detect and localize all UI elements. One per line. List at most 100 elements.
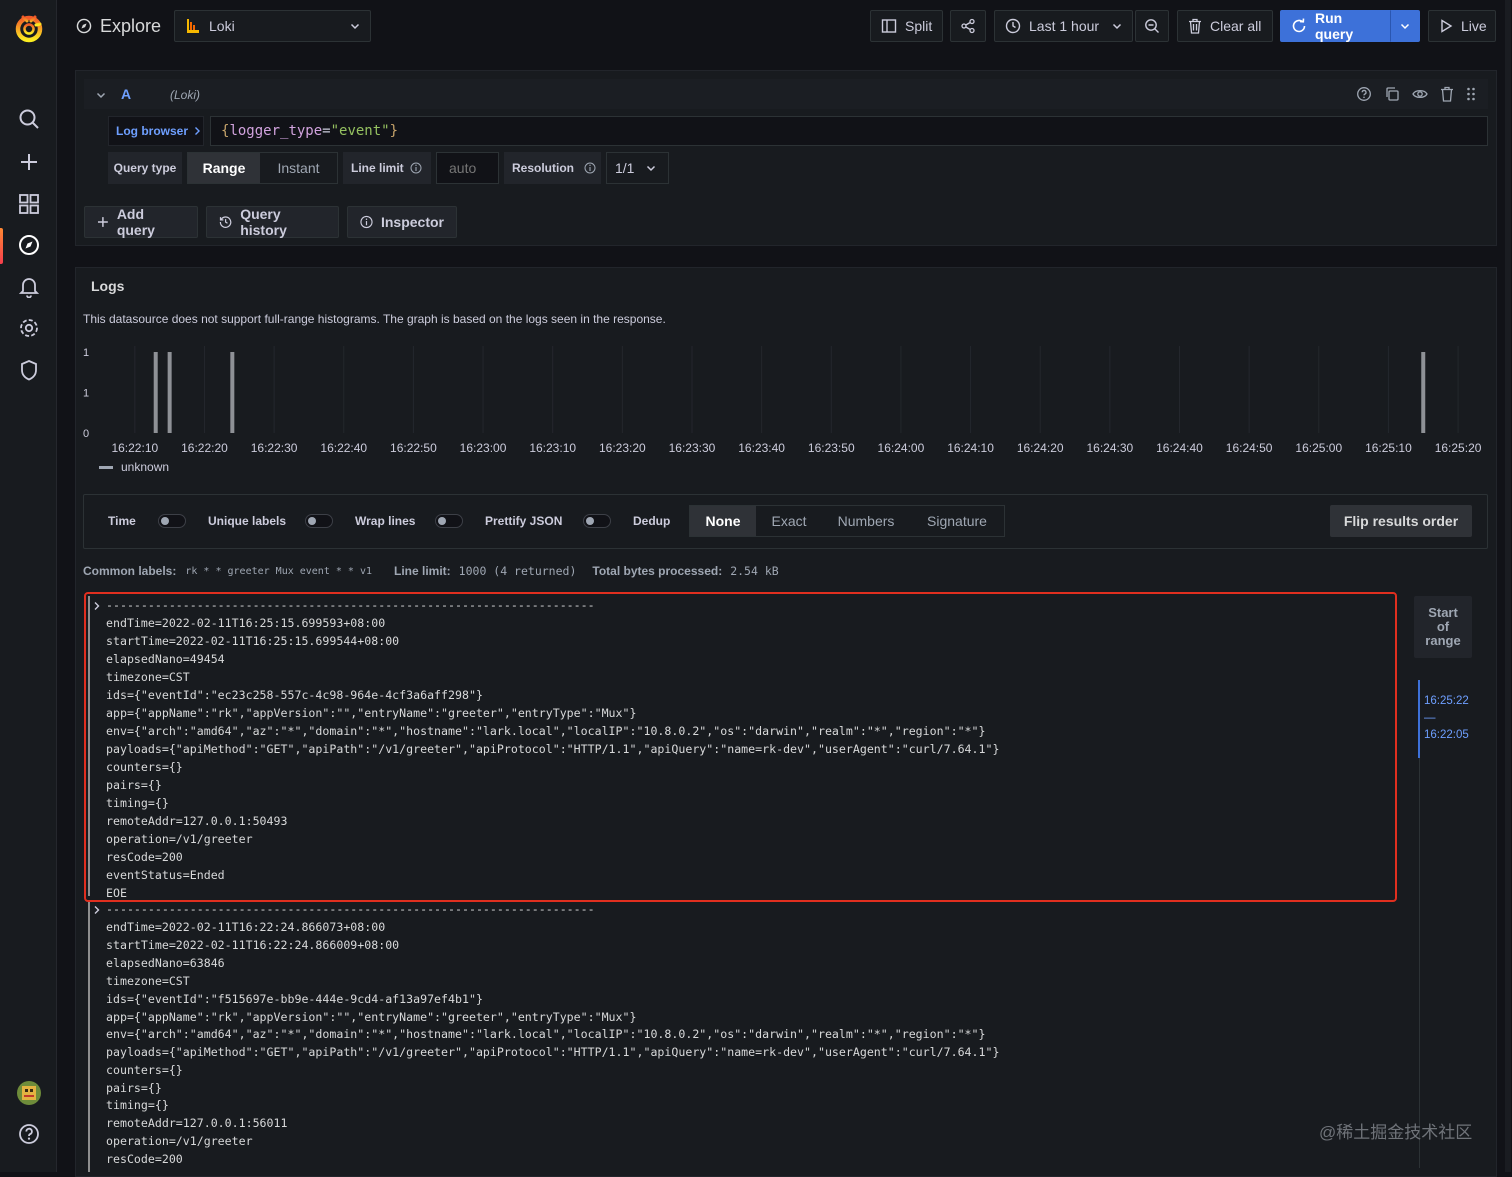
eye-icon[interactable]	[1412, 86, 1428, 102]
sidebar	[0, 0, 57, 1172]
query-history-button[interactable]: Query history	[206, 206, 339, 238]
plus-icon[interactable]	[16, 149, 42, 175]
grafana-logo-icon[interactable]	[14, 12, 44, 44]
datasource-picker[interactable]: Loki	[174, 10, 371, 42]
help-icon[interactable]	[16, 1121, 42, 1147]
explore-compass-icon	[76, 18, 92, 34]
log-line: app={"appName":"rk","appVersion":"","ent…	[106, 1010, 637, 1024]
dedup-none[interactable]: None	[690, 506, 756, 536]
x-tick-label: 16:23:40	[738, 441, 785, 455]
x-tick-label: 16:25:00	[1295, 441, 1342, 455]
time-range-label: Last 1 hour	[1029, 18, 1100, 34]
search-icon[interactable]	[16, 106, 42, 132]
expand-chevron-icon[interactable]	[93, 905, 101, 915]
legend-swatch	[99, 465, 113, 469]
chevron-down-icon	[350, 23, 360, 30]
histogram-bar	[153, 352, 158, 433]
resolution-select[interactable]: 1/1	[606, 152, 669, 184]
prettify-json-toggle[interactable]	[583, 514, 611, 528]
log-browser-label: Log browser	[116, 124, 189, 138]
page-title-text: Explore	[100, 15, 162, 36]
query-ref-id[interactable]: A	[121, 86, 131, 102]
explore-compass-icon[interactable]	[16, 232, 42, 258]
resolution-value: 1/1	[615, 160, 635, 176]
unique-labels-option-label: Unique labels	[208, 514, 287, 528]
log-line: resCode=200	[106, 850, 183, 864]
live-button[interactable]: Live	[1428, 10, 1496, 42]
watermark: @稀土掘金技术社区	[1319, 1123, 1473, 1142]
histogram-legend[interactable]: unknown	[99, 460, 169, 474]
chevron-down-icon	[1400, 23, 1410, 30]
query-type-range[interactable]: Range	[188, 153, 260, 183]
dashboards-grid-icon[interactable]	[16, 191, 42, 217]
dedup-radio-group: None Exact Numbers Signature	[689, 505, 1005, 537]
unique-labels-toggle[interactable]	[305, 514, 333, 528]
log-line: env={"arch":"amd64","az":"*","domain":"*…	[106, 1027, 986, 1041]
log-line: remoteAddr=127.0.0.1:56011	[106, 1116, 288, 1130]
log-line: endTime=2022-02-11T16:25:15.699593+08:00	[106, 616, 386, 630]
x-tick-label: 16:23:50	[808, 441, 855, 455]
navigator-range-bar	[1418, 680, 1420, 758]
run-query-dropdown[interactable]	[1390, 10, 1420, 42]
resolution-label: Resolution	[512, 161, 574, 175]
drag-handle-icon[interactable]	[1466, 86, 1476, 102]
log-line: elapsedNano=49454	[106, 652, 225, 666]
log-line: operation=/v1/greeter	[106, 832, 253, 846]
copy-icon[interactable]	[1384, 86, 1400, 102]
info-icon	[584, 162, 596, 174]
bell-icon[interactable]	[16, 274, 42, 300]
clear-all-button[interactable]: Clear all	[1177, 10, 1273, 42]
y-tick-label: 1	[83, 388, 89, 400]
x-tick-label: 16:22:10	[111, 441, 158, 455]
log-level-bar	[88, 596, 90, 896]
query-brace-open: {	[221, 123, 230, 139]
inspector-button[interactable]: Inspector	[347, 206, 457, 238]
logs-histogram: 16:22:10 16:22:20 16:22:30 16:22:40 16:22:50…	[83, 346, 1482, 455]
gear-icon[interactable]	[16, 315, 42, 341]
prettify-json-option-label: Prettify JSON	[485, 514, 563, 528]
dedup-exact[interactable]: Exact	[756, 506, 822, 536]
wrap-lines-option-label: Wrap lines	[355, 514, 416, 528]
log-browser-button[interactable]: Log browser	[108, 116, 204, 146]
zoom-out-button[interactable]	[1135, 10, 1169, 42]
line-limit-label: Line limit	[351, 161, 404, 175]
share-button[interactable]	[950, 10, 986, 42]
page-scrollbar[interactable]	[1505, 0, 1511, 1172]
wrap-lines-toggle[interactable]	[435, 514, 463, 528]
navigator-range-sep: —	[1424, 712, 1436, 724]
navigator-range-end: 16:25:22	[1424, 695, 1469, 707]
query-brace-close: }	[389, 123, 399, 139]
query-editor[interactable]: {logger_type = "event"}	[210, 116, 1488, 146]
logs-title: Logs	[91, 278, 125, 294]
expand-chevron-icon[interactable]	[93, 601, 101, 611]
split-button[interactable]: Split	[870, 10, 943, 42]
time-toggle[interactable]	[158, 514, 186, 528]
split-label: Split	[905, 18, 933, 34]
dedup-signature[interactable]: Signature	[910, 506, 1004, 536]
total-bytes-label: Total bytes processed:	[592, 564, 723, 578]
plus-icon	[97, 217, 108, 227]
query-type-instant[interactable]: Instant	[260, 153, 337, 183]
line-limit-input[interactable]	[436, 152, 499, 184]
log-line: env={"arch":"amd64","az":"*","domain":"*…	[106, 724, 986, 738]
start-of-range-button[interactable]: Start of range	[1414, 596, 1472, 658]
shield-icon[interactable]	[16, 357, 42, 383]
info-circle-icon	[360, 215, 373, 229]
user-avatar[interactable]	[16, 1080, 42, 1106]
flip-results-button[interactable]: Flip results order	[1330, 505, 1472, 537]
dedup-numbers[interactable]: Numbers	[822, 506, 910, 536]
help-icon[interactable]	[1356, 86, 1372, 102]
log-level-bar	[88, 902, 90, 1172]
common-labels-label: Common labels:	[83, 564, 177, 578]
refresh-icon	[1292, 18, 1306, 33]
add-query-button[interactable]: Add query	[84, 206, 198, 238]
add-query-label: Add query	[116, 206, 155, 238]
navigator-range[interactable]: 16:25:22 — 16:22:05	[1424, 693, 1469, 744]
histogram-bar	[1421, 352, 1426, 433]
trash-icon[interactable]	[1440, 86, 1454, 102]
log-line: elapsedNano=63846	[106, 956, 225, 970]
collapse-chevron-icon[interactable]	[96, 90, 106, 100]
log-line: counters={}	[106, 760, 183, 774]
run-query-button[interactable]: Run query	[1280, 10, 1390, 42]
time-range-picker[interactable]: Last 1 hour	[994, 10, 1133, 42]
